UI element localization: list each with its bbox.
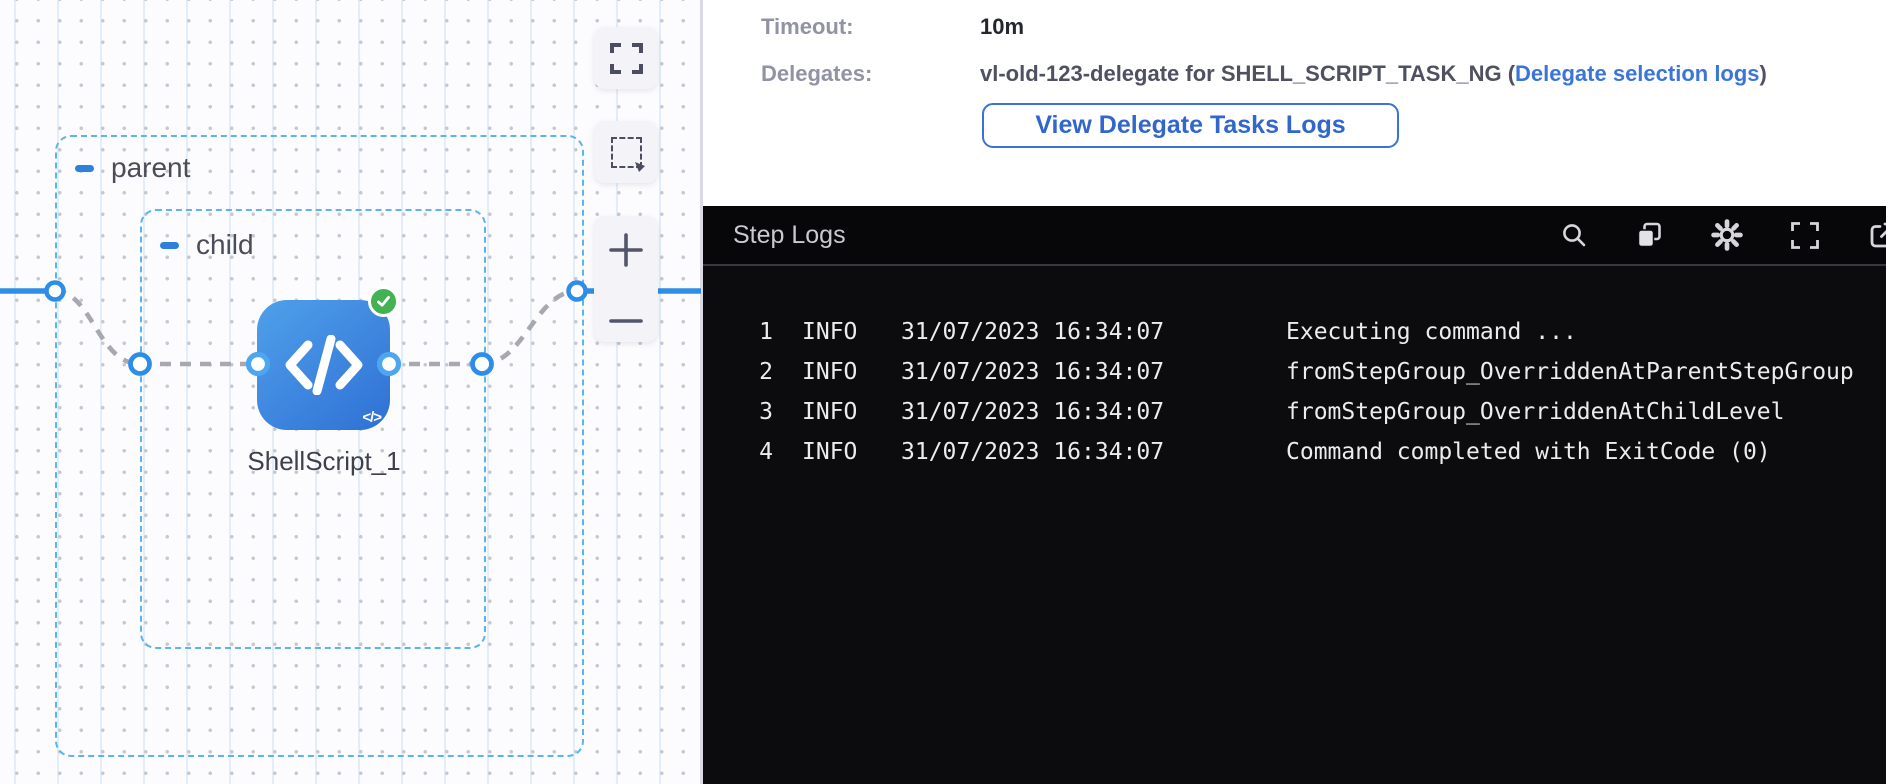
step-logs-header: Step Logs bbox=[703, 206, 1886, 266]
log-row: 4 INFO 31/07/2023 16:34:07 Command compl… bbox=[747, 432, 1886, 472]
console-toolbar bbox=[1560, 219, 1886, 251]
pipeline-execution-screen: parent child bbox=[0, 0, 1886, 784]
settings-icon[interactable] bbox=[1711, 219, 1743, 251]
log-row: 1 INFO 31/07/2023 16:34:07 Executing com… bbox=[747, 312, 1886, 352]
pipeline-canvas[interactable]: parent child bbox=[0, 0, 701, 784]
zoom-out-button[interactable] bbox=[608, 316, 644, 326]
node-label: ShellScript_1 bbox=[247, 446, 400, 477]
delegates-value: vl-old-123-delegate for SHELL_SCRIPT_TAS… bbox=[980, 61, 1515, 86]
log-line-number: 4 bbox=[747, 432, 773, 472]
log-timestamp: 31/07/2023 16:34:07 bbox=[901, 392, 1165, 432]
step-logs-console[interactable]: Step Logs bbox=[703, 206, 1886, 784]
log-level: INFO bbox=[802, 352, 858, 392]
log-line-number: 3 bbox=[747, 392, 773, 432]
shellscript-step-node[interactable]: </> bbox=[257, 300, 390, 430]
log-level: INFO bbox=[802, 432, 858, 472]
timeout-row: Timeout: 10m bbox=[761, 14, 1024, 40]
delegates-row: Delegates: vl-old-123-delegate for SHELL… bbox=[761, 61, 1767, 87]
step-logs-title: Step Logs bbox=[733, 221, 846, 250]
code-icon bbox=[283, 335, 365, 395]
log-row: 2 INFO 31/07/2023 16:34:07 fromStepGroup… bbox=[747, 352, 1886, 392]
child-group-label: child bbox=[196, 229, 254, 261]
shell-script-mini-icon: </> bbox=[362, 409, 381, 426]
log-timestamp: 31/07/2023 16:34:07 bbox=[901, 312, 1165, 352]
log-timestamp: 31/07/2023 16:34:07 bbox=[901, 432, 1165, 472]
step-details-panel: Timeout: 10m Delegates: vl-old-123-deleg… bbox=[703, 0, 1886, 784]
timeout-label: Timeout: bbox=[761, 14, 980, 40]
marquee-select-button[interactable] bbox=[594, 121, 658, 183]
collapse-parent-icon[interactable] bbox=[75, 165, 94, 172]
delegate-selection-logs-link[interactable]: Delegate selection logs bbox=[1515, 61, 1760, 86]
log-message: fromStepGroup_OverriddenAtChildLevel bbox=[1286, 392, 1785, 432]
open-in-new-icon[interactable] bbox=[1867, 220, 1886, 251]
canvas-fullscreen-button[interactable] bbox=[594, 27, 658, 89]
log-line-number: 2 bbox=[747, 352, 773, 392]
view-delegate-tasks-logs-button[interactable]: View Delegate Tasks Logs bbox=[982, 103, 1399, 148]
search-icon[interactable] bbox=[1560, 221, 1588, 249]
delegates-suffix: ) bbox=[1760, 61, 1767, 86]
log-message: Command completed with ExitCode (0) bbox=[1286, 432, 1771, 472]
delegates-label: Delegates: bbox=[761, 61, 980, 87]
zoom-controls bbox=[594, 216, 658, 342]
timeout-value: 10m bbox=[980, 14, 1024, 40]
log-viewer[interactable]: 1 INFO 31/07/2023 16:34:07 Executing com… bbox=[703, 266, 1886, 472]
success-badge-icon bbox=[368, 286, 399, 317]
collapse-child-icon[interactable] bbox=[160, 242, 179, 249]
parent-group-label: parent bbox=[111, 152, 190, 184]
expand-icon bbox=[609, 42, 644, 75]
marquee-icon bbox=[611, 137, 642, 168]
maximize-icon[interactable] bbox=[1789, 220, 1821, 251]
log-message: Executing command ... bbox=[1286, 312, 1577, 352]
log-row: 3 INFO 31/07/2023 16:34:07 fromStepGroup… bbox=[747, 392, 1886, 432]
log-message: fromStepGroup_OverriddenAtParentStepGrou… bbox=[1286, 352, 1854, 392]
log-timestamp: 31/07/2023 16:34:07 bbox=[901, 352, 1165, 392]
log-line-number: 1 bbox=[747, 312, 773, 352]
zoom-in-button[interactable] bbox=[608, 232, 644, 268]
log-level: INFO bbox=[802, 312, 858, 352]
log-level: INFO bbox=[802, 392, 858, 432]
copy-icon[interactable] bbox=[1634, 220, 1665, 251]
